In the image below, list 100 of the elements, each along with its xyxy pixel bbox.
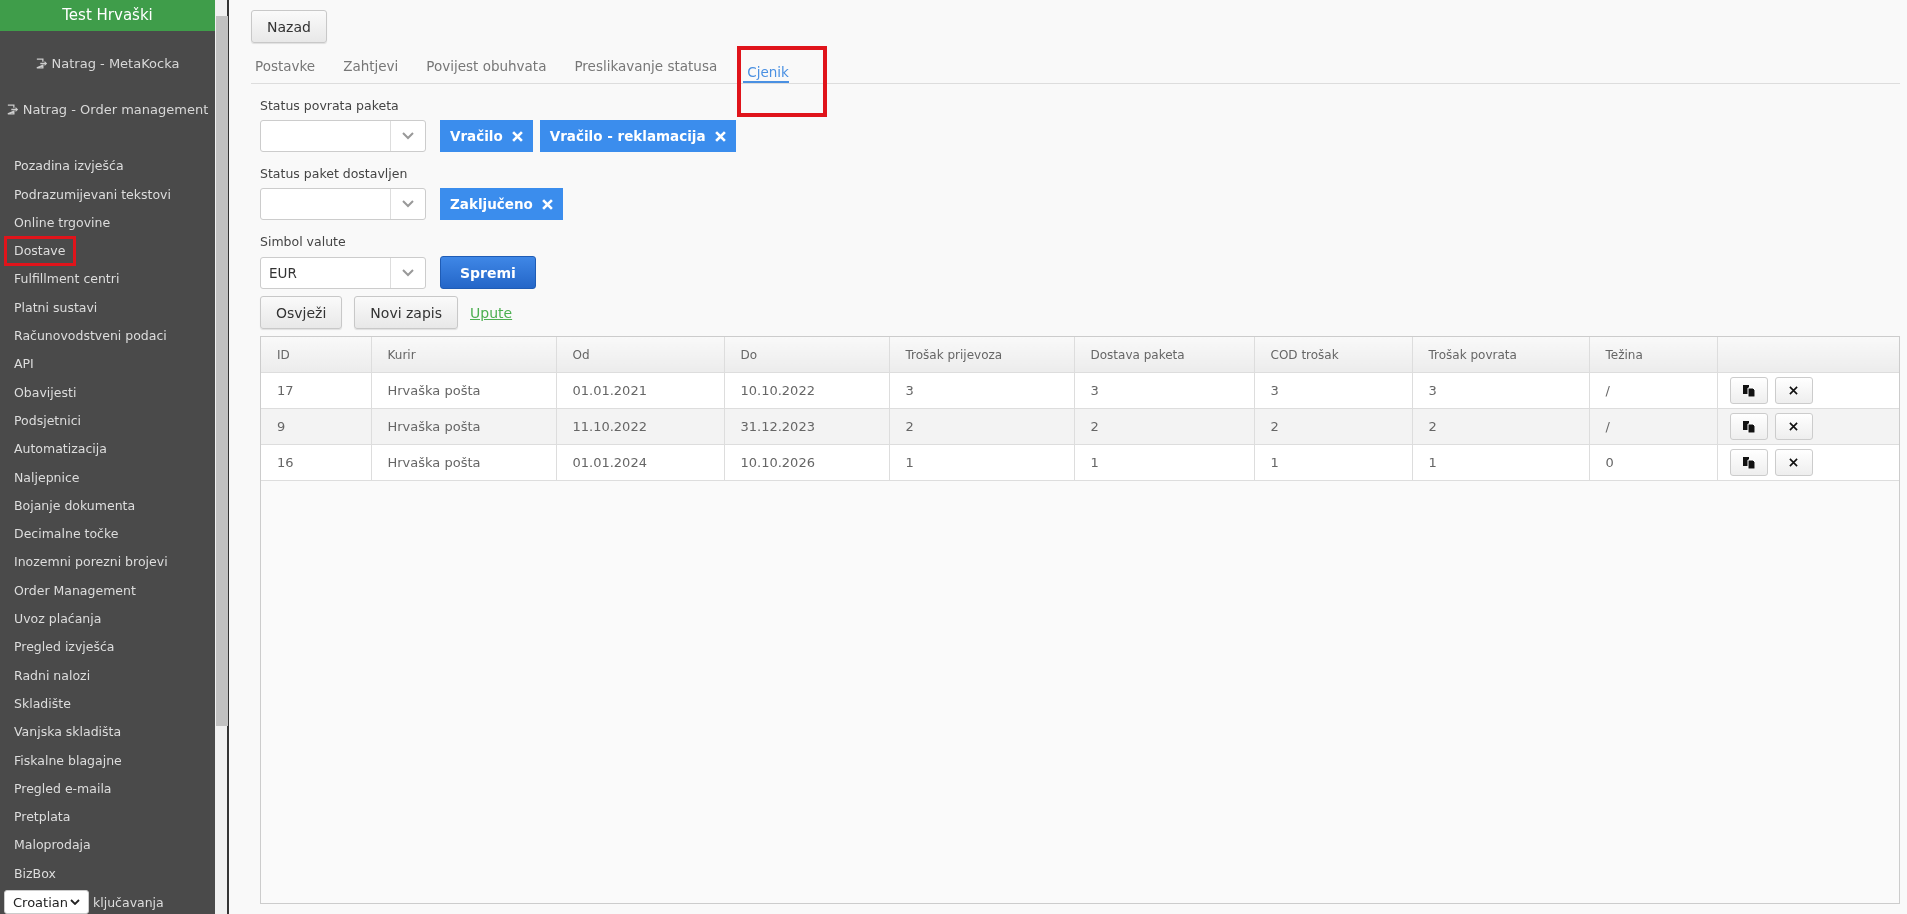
remove-icon[interactable]: [541, 198, 553, 210]
tab[interactable]: Preslikavanje statusa: [570, 58, 728, 83]
sidebar-item[interactable]: Obavijesti: [0, 378, 77, 407]
table-cell: /: [1589, 372, 1717, 409]
remove-icon[interactable]: [511, 130, 523, 142]
column-header: Trošak povrata: [1412, 337, 1589, 373]
sidebar-item[interactable]: Bojanje dokumenta: [0, 491, 136, 521]
language-select[interactable]: Croatian: [4, 890, 89, 914]
table-cell: 16: [261, 444, 371, 481]
copy-button[interactable]: [1729, 377, 1768, 404]
sidebar-item[interactable]: Pretplata: [0, 803, 71, 832]
chevron-down-icon: [402, 132, 414, 140]
select-field[interactable]: [260, 188, 426, 220]
sidebar-item[interactable]: Pozadina izvješća: [0, 152, 124, 181]
table-cell: /: [1589, 408, 1717, 445]
sidebar-item[interactable]: Podrazumijevani tekstovi: [0, 180, 171, 209]
sidebar-item[interactable]: Radni nalozi: [0, 661, 91, 690]
select-field[interactable]: EUR: [260, 256, 426, 289]
table-cell: 3: [889, 372, 1074, 409]
close-icon: [1789, 422, 1798, 431]
table-cell: 11.10.2022: [556, 408, 724, 445]
table-cell: 10.10.2022: [724, 372, 889, 409]
table-cell: 1: [1074, 444, 1254, 481]
back-link[interactable]: Natrag - MetaKocka: [0, 50, 215, 77]
tab[interactable]: Povijest obuhvata: [422, 58, 557, 83]
close-icon: [1789, 386, 1798, 395]
copy-button[interactable]: [1729, 413, 1768, 440]
close-icon: [1789, 458, 1798, 467]
sidebar-item[interactable]: Uvoz plaćanja: [0, 605, 102, 634]
table-cell: 17: [261, 372, 371, 409]
status-tag: Zaključeno: [440, 188, 563, 220]
scrollbar[interactable]: [215, 0, 229, 914]
sidebar-item[interactable]: Fiskalne blagajne: [0, 746, 122, 775]
chevron-down-icon: [402, 268, 414, 277]
table-cell: 01.01.2021: [556, 372, 724, 409]
tab[interactable]: Postavke: [251, 58, 326, 83]
column-header: ID: [261, 337, 371, 373]
sidebar-item[interactable]: Pregled e-maila: [0, 774, 112, 804]
table-cell: 01.01.2024: [556, 444, 724, 481]
sidebar-item[interactable]: Podsjetnici: [0, 406, 81, 436]
select-value: EUR: [268, 263, 298, 283]
table-cell: 9: [261, 408, 371, 445]
sidebar-title: Test Hrvaški: [0, 0, 215, 31]
new-record-button[interactable]: Novi zapis: [354, 296, 458, 329]
copy-button[interactable]: [1729, 449, 1768, 476]
table-cell: 0: [1589, 444, 1717, 481]
sidebar-item[interactable]: BizBox: [0, 859, 56, 888]
back-button[interactable]: Nazad: [251, 10, 327, 43]
table-cell: Hrvaška pošta: [371, 444, 556, 481]
copy-icon: [1742, 384, 1755, 397]
table-cell: 1: [889, 444, 1074, 481]
table-cell: Hrvaška pošta: [371, 408, 556, 445]
delete-button[interactable]: [1774, 449, 1813, 476]
chevron-down-icon: [70, 899, 80, 905]
column-header: Do: [724, 337, 889, 373]
column-header: Dostava paketa: [1074, 337, 1254, 373]
status-tag: Vračilo: [440, 120, 533, 152]
chevron-down-icon: [402, 200, 414, 208]
table-cell: 2: [1074, 408, 1254, 445]
table-cell: 2: [1254, 408, 1412, 445]
table-cell: 1: [1412, 444, 1589, 481]
table-cell: 10.10.2026: [724, 444, 889, 481]
sidebar-item[interactable]: API: [0, 350, 34, 379]
column-header: Kurir: [371, 337, 556, 373]
remove-icon[interactable]: [714, 130, 726, 142]
table-cell: 3: [1254, 372, 1412, 409]
sidebar-item[interactable]: Skladište: [0, 689, 71, 719]
sidebar-item[interactable]: Platni sustavi: [0, 293, 98, 323]
sidebar-item[interactable]: Online trgovine: [0, 208, 111, 238]
sidebar-item[interactable]: Računovodstveni podaci: [0, 322, 167, 351]
status-tag: Vračilo - reklamacija: [539, 120, 736, 152]
select-field[interactable]: [260, 120, 426, 152]
delete-button[interactable]: [1774, 377, 1813, 404]
column-header: Od: [556, 337, 724, 373]
refresh-button[interactable]: Osvježi: [260, 296, 343, 329]
table-cell: Hrvaška pošta: [371, 372, 556, 409]
save-button[interactable]: Spremi: [440, 256, 536, 289]
sidebar-item[interactable]: Decimalne točke: [0, 520, 119, 549]
delete-button[interactable]: [1774, 413, 1813, 440]
sidebar-item[interactable]: Inozemni porezni brojevi: [0, 548, 168, 577]
column-header: COD trošak: [1254, 337, 1412, 373]
back-link[interactable]: Natrag - Order management: [0, 96, 215, 123]
sidebar-item[interactable]: Order Management: [0, 576, 136, 606]
sidebar-item[interactable]: Naljepnice: [0, 463, 80, 492]
table-cell: 2: [889, 408, 1074, 445]
table-cell: 3: [1412, 372, 1589, 409]
sidebar-item[interactable]: Pregled izvješća: [0, 633, 115, 662]
sidebar-item[interactable]: Automatizacija: [0, 435, 107, 464]
exit-icon: [6, 103, 19, 115]
tab[interactable]: Zahtjevi: [339, 58, 409, 83]
sidebar-item[interactable]: Maloprodaja: [0, 831, 91, 860]
sidebar-item[interactable]: Fulfillment centri: [0, 265, 120, 294]
sidebar-item[interactable]: Dostave: [5, 237, 76, 266]
sidebar-item[interactable]: Vanjska skladišta: [0, 718, 122, 747]
exit-icon: [35, 58, 48, 70]
sidebar-item[interactable]: ključavanja: [93, 894, 164, 910]
table-cell: 1: [1254, 444, 1412, 481]
column-header: Trošak prijevoza: [889, 337, 1074, 373]
copy-icon: [1742, 420, 1755, 433]
field-label: Status paket dostavljen: [260, 166, 409, 181]
